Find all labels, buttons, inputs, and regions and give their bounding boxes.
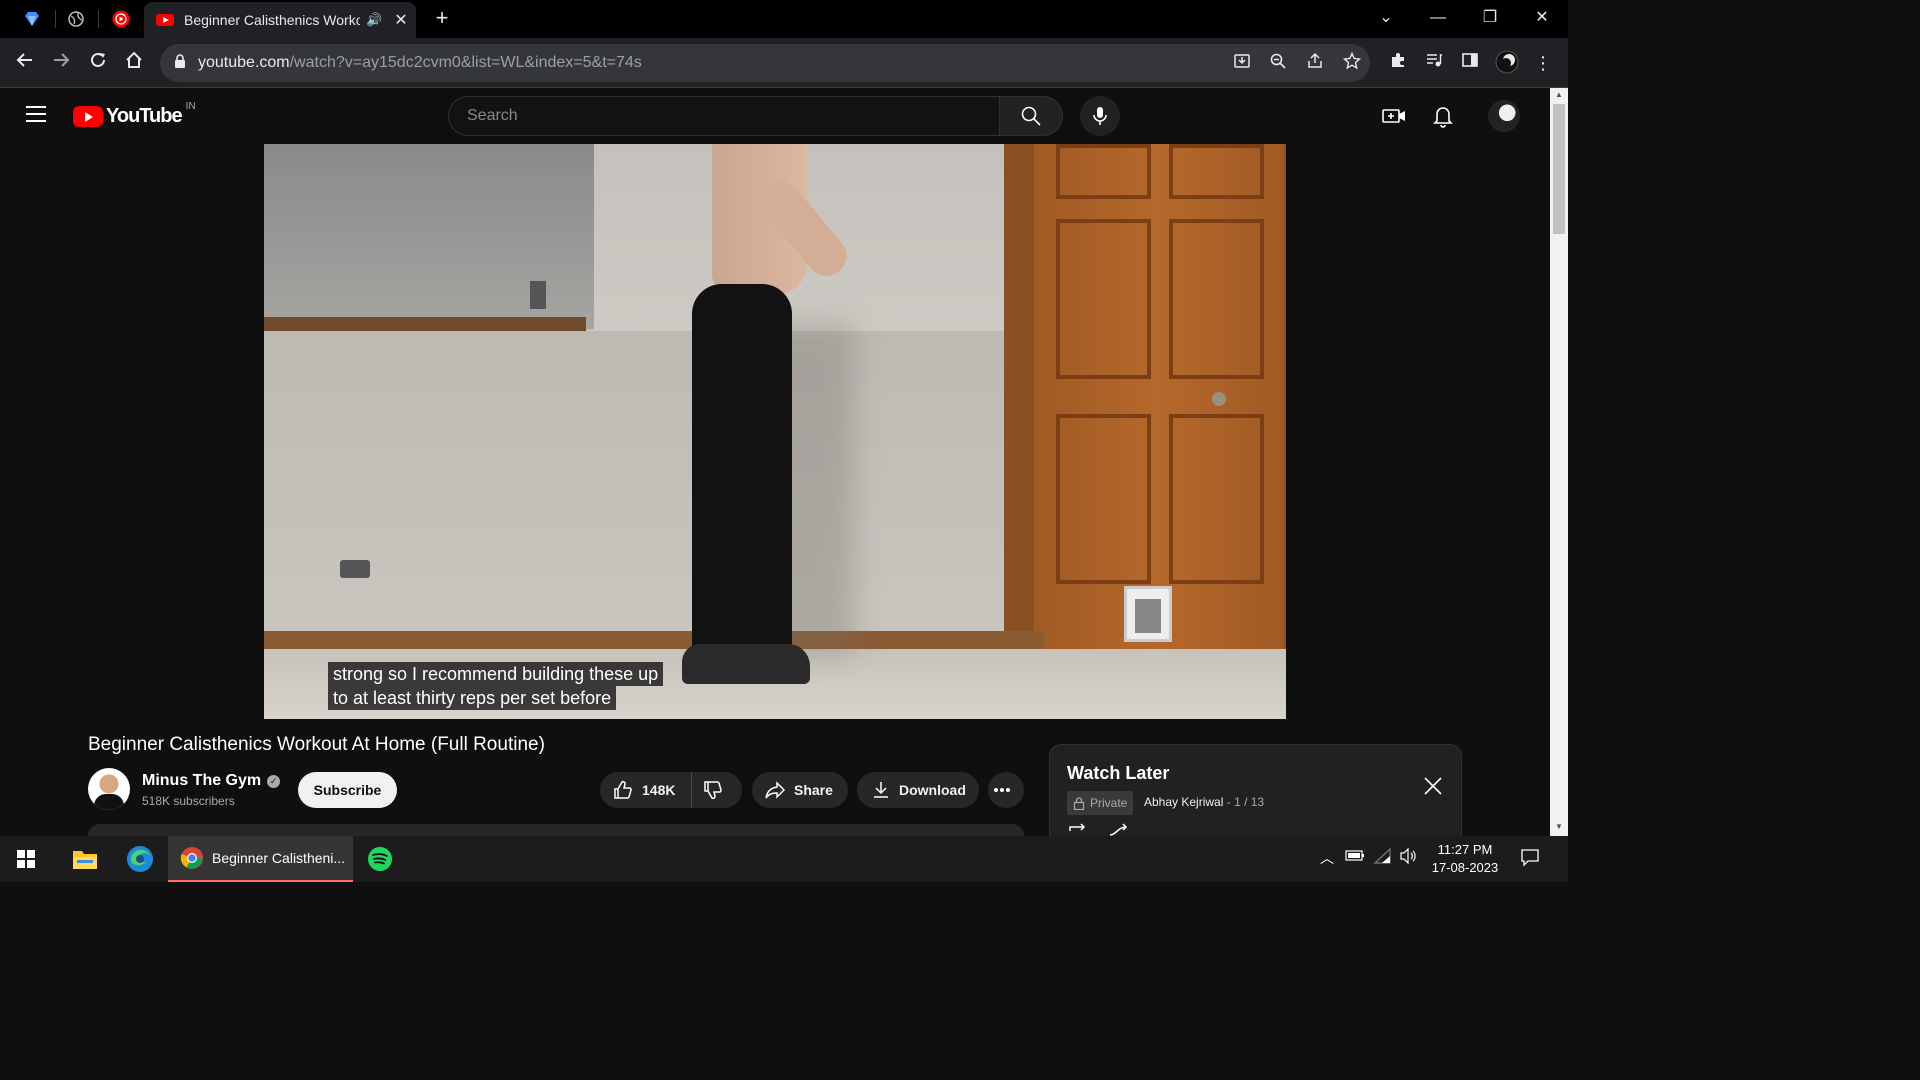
video-player[interactable]: strong so I recommend building these up …: [264, 144, 1286, 719]
zoom-icon[interactable]: [1267, 52, 1289, 74]
youtube-favicon-icon: [156, 14, 174, 26]
youtube-header: YouTube IN: [0, 88, 1550, 144]
close-playlist-icon[interactable]: [1422, 775, 1444, 797]
pinned-tab-diamond-icon[interactable]: [19, 6, 45, 32]
tab-title: Beginner Calisthenics Workout: [184, 12, 360, 28]
reload-icon[interactable]: [85, 50, 111, 76]
search-input[interactable]: [449, 97, 999, 135]
spotify-icon[interactable]: [367, 842, 393, 876]
notifications-bell-icon[interactable]: [1429, 102, 1457, 130]
share-button[interactable]: Share: [752, 772, 848, 808]
download-button[interactable]: Download: [857, 772, 979, 808]
country-code: IN: [185, 101, 196, 112]
playlist-title[interactable]: Watch Later: [1067, 763, 1169, 784]
search-button[interactable]: [999, 96, 1063, 136]
create-video-icon[interactable]: [1380, 102, 1408, 130]
more-actions-button[interactable]: [988, 772, 1024, 808]
like-button[interactable]: 148K: [600, 772, 692, 808]
loop-icon[interactable]: [1067, 823, 1089, 836]
volume-speaker-icon[interactable]: [1399, 847, 1419, 870]
scroll-down-arrow-icon[interactable]: ▼: [1554, 822, 1564, 832]
clock-date: 17-08-2023: [1431, 860, 1499, 875]
minimize-button[interactable]: —: [1418, 6, 1458, 30]
media-control-icon[interactable]: [1421, 50, 1447, 76]
search-icon: [1021, 106, 1041, 126]
clock-time: 11:27 PM: [1437, 842, 1493, 857]
profile-avatar-icon[interactable]: [1494, 50, 1520, 76]
extensions-puzzle-icon[interactable]: [1385, 50, 1411, 76]
like-dislike-group: 148K: [600, 772, 742, 808]
start-windows-icon[interactable]: [16, 842, 36, 876]
playlist-panel: Watch Later Private Abhay Kejriwal - 1 /…: [1049, 744, 1462, 836]
pinned-tab-youtube-music-icon[interactable]: [108, 6, 134, 32]
description-box[interactable]: [88, 824, 1024, 836]
browser-tab-strip: Beginner Calisthenics Workout 🔊 ✕ + ⌄ — …: [0, 0, 1568, 38]
shuffle-icon[interactable]: [1108, 823, 1130, 836]
caption-line-1: strong so I recommend building these up: [328, 662, 664, 686]
download-icon: [874, 782, 888, 798]
subscribe-button[interactable]: Subscribe: [298, 772, 397, 808]
forward-arrow-icon[interactable]: [48, 50, 74, 76]
tab-audio-icon[interactable]: 🔊: [366, 12, 382, 28]
chrome-icon: [180, 847, 203, 869]
tab-search-chevron-icon[interactable]: ⌄: [1366, 6, 1406, 30]
new-tab-button[interactable]: +: [430, 6, 454, 30]
battery-icon[interactable]: [1345, 848, 1365, 870]
scroll-up-arrow-icon[interactable]: ▲: [1554, 90, 1564, 100]
pinned-tab-globe-icon[interactable]: [63, 6, 89, 32]
address-bar[interactable]: youtube.com/watch?v=ay15dc2cvm0&list=WL&…: [160, 44, 1370, 82]
subscriber-count: 518K subscribers: [142, 794, 235, 808]
scroll-thumb[interactable]: [1553, 104, 1565, 234]
page-scrollbar[interactable]: ▲ ▼: [1550, 88, 1568, 836]
microphone-icon: [1093, 107, 1107, 125]
account-avatar[interactable]: [1488, 100, 1520, 132]
thumbs-up-icon: [614, 780, 632, 799]
video-captions: strong so I recommend building these up …: [328, 662, 664, 710]
home-icon[interactable]: [121, 50, 147, 76]
guide-menu-icon[interactable]: [26, 106, 46, 122]
caption-line-2: to at least thirty reps per set before: [328, 686, 617, 710]
url-text: youtube.com/watch?v=ay15dc2cvm0&list=WL&…: [198, 54, 642, 71]
chrome-menu-icon[interactable]: ⋮: [1530, 50, 1556, 76]
privacy-badge: Private: [1067, 791, 1134, 815]
screen: Beginner Calisthenics Workout 🔊 ✕ + ⌄ — …: [0, 0, 1568, 882]
close-window-button[interactable]: ✕: [1522, 6, 1562, 30]
share-page-icon[interactable]: [1304, 52, 1326, 74]
share-arrow-icon: [765, 781, 786, 799]
restore-button[interactable]: ❐: [1470, 6, 1510, 30]
dislike-button[interactable]: [692, 772, 742, 808]
browser-toolbar: youtube.com/watch?v=ay15dc2cvm0&list=WL&…: [0, 38, 1568, 88]
channel-name-link[interactable]: Minus The Gym ✓: [142, 772, 281, 790]
youtube-logo[interactable]: YouTube IN: [73, 101, 196, 128]
channel-avatar[interactable]: [88, 768, 130, 810]
notifications-chat-icon[interactable]: [1520, 847, 1540, 869]
playlist-position: 1 / 13: [1234, 795, 1265, 809]
lock-icon: [1073, 796, 1085, 810]
playlist-meta: Abhay Kejriwal - 1 / 13: [1144, 795, 1265, 809]
edge-browser-icon[interactable]: [126, 842, 154, 876]
side-panel-icon[interactable]: [1457, 50, 1483, 76]
voice-search-button[interactable]: [1080, 96, 1120, 136]
taskbar-chrome-window[interactable]: Beginner Calistheni...: [168, 836, 353, 882]
verified-check-icon: ✓: [267, 774, 281, 788]
windows-taskbar: Beginner Calistheni... ︿ 11:27 PM 17-08-…: [0, 836, 1568, 882]
search-box: [448, 96, 1000, 136]
tab-close-icon[interactable]: ✕: [394, 10, 407, 30]
file-explorer-icon[interactable]: [72, 842, 98, 876]
active-tab[interactable]: Beginner Calisthenics Workout 🔊 ✕: [144, 2, 416, 38]
thumbs-down-icon: [704, 781, 722, 800]
wifi-icon[interactable]: [1373, 847, 1393, 870]
install-app-icon[interactable]: [1231, 52, 1253, 74]
bookmark-star-icon[interactable]: [1341, 51, 1363, 74]
show-hidden-icons-chevron-icon[interactable]: ︿: [1320, 848, 1334, 870]
video-title: Beginner Calisthenics Workout At Home (F…: [88, 734, 545, 755]
back-arrow-icon[interactable]: [12, 50, 38, 76]
playlist-owner[interactable]: Abhay Kejriwal: [1144, 795, 1223, 809]
like-count: 148K: [642, 782, 676, 798]
more-horizontal-icon: [994, 788, 1010, 792]
youtube-play-logo-icon: [73, 106, 103, 127]
system-clock[interactable]: 11:27 PM 17-08-2023: [1428, 841, 1502, 877]
lock-icon[interactable]: [174, 54, 186, 68]
